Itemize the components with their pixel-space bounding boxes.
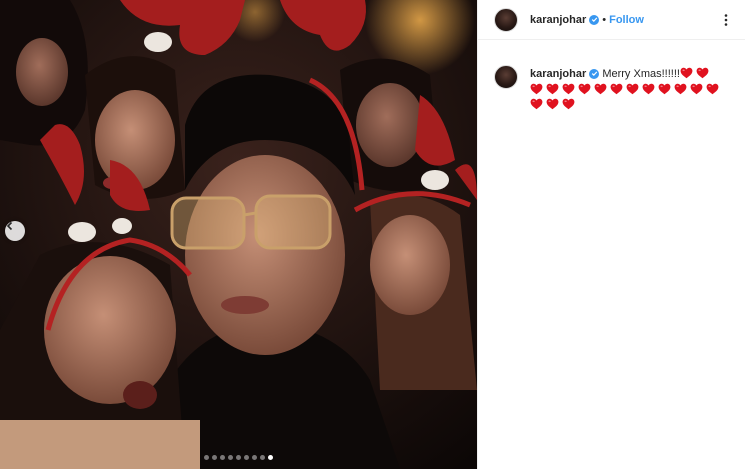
carousel-dot [228,455,233,460]
heart-icon [594,83,607,94]
instagram-post: karanjohar • Follow karanjohar Merry Xma… [0,0,745,469]
post-photo[interactable] [0,0,477,469]
post-side-panel: karanjohar • Follow karanjohar Merry Xma… [477,0,745,469]
carousel-dot [220,455,225,460]
post-caption: karanjohar Merry Xmas!!!!!! [478,40,745,114]
heart-icon [562,98,575,110]
heart-icon [610,83,623,94]
username-link[interactable]: karanjohar [530,14,586,26]
heart-icon [546,83,559,94]
caption-message: Merry Xmas!!!!!! [602,68,680,80]
heart-icon [578,83,591,94]
heart-icon [690,83,703,94]
carousel-dot [212,455,217,460]
heart-icon [530,98,543,110]
carousel-indicator [0,455,477,460]
avatar[interactable] [494,65,518,89]
carousel-dot [236,455,241,460]
heart-icon [658,83,671,94]
carousel-dot [252,455,257,460]
heart-icon [642,83,655,94]
previous-slide-button[interactable] [5,221,25,241]
post-header: karanjohar • Follow [478,0,745,40]
caption-username-link[interactable]: karanjohar [530,68,586,80]
carousel-dot [244,455,249,460]
heart-icon [626,83,639,94]
heart-icon [674,83,687,94]
heart-icon [530,83,543,94]
verified-badge-icon [589,14,600,25]
verified-badge-icon [589,68,600,79]
carousel-dot-active [268,455,273,460]
heart-icon [706,83,719,94]
heart-icon [696,67,709,79]
follow-button[interactable]: Follow [609,14,644,26]
heart-icon [680,67,693,79]
carousel-dot [260,455,265,460]
more-options-icon[interactable] [719,13,733,27]
heart-icon [546,98,559,110]
avatar[interactable] [494,7,518,32]
caption-text: karanjohar Merry Xmas!!!!!! [530,67,726,114]
chevron-left-icon [6,221,13,231]
group-selfie-image [0,0,477,469]
heart-icon [562,83,575,94]
carousel-dot [204,455,209,460]
separator-dot: • [602,13,607,26]
